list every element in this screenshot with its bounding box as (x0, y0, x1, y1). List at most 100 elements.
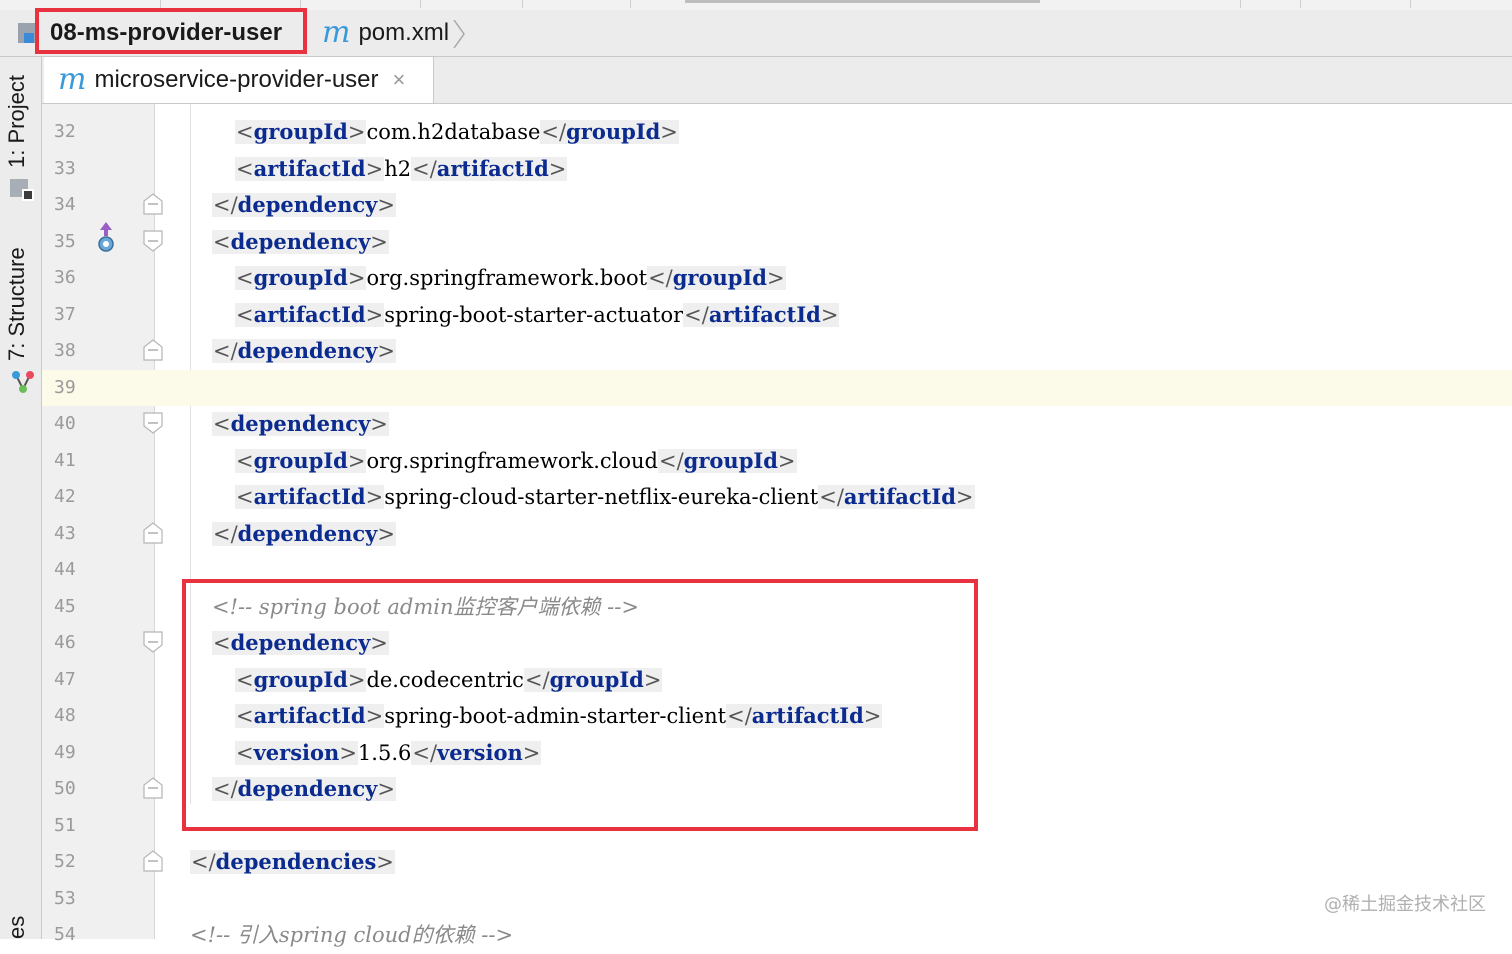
line-number: 36 (54, 267, 76, 288)
xml-open-tag: <dependency> (212, 411, 389, 436)
implemented-marker-icon (98, 222, 114, 252)
code-text: <groupId>org.springframework.boot</group… (235, 260, 786, 297)
code-text: <artifactId>h2</artifactId> (235, 151, 568, 188)
xml-text-value: org.springframework.boot (366, 266, 648, 290)
fold-start-icon[interactable] (143, 412, 163, 434)
structure-icon (12, 371, 34, 393)
xml-open-tag: <artifactId> (235, 155, 385, 181)
xml-close-tag: </groupId> (658, 447, 797, 473)
line-number: 34 (54, 194, 76, 215)
code-line[interactable]: 37 <artifactId>spring-boot-starter-actuat… (42, 297, 1512, 334)
code-line[interactable]: 35 <dependency> (42, 224, 1512, 261)
code-line[interactable]: 36 <groupId>org.springframework.boot</gro… (42, 260, 1512, 297)
breadcrumb-chevron-icon (453, 20, 465, 48)
code-text: </dependency> (212, 333, 396, 370)
code-line[interactable]: 53 (42, 881, 1512, 918)
xml-close-tag: </groupId> (647, 265, 786, 290)
xml-open-tag: <groupId> (235, 447, 367, 473)
fold-end-icon[interactable] (143, 850, 163, 872)
xml-close-tag: </artifactId> (683, 301, 840, 327)
line-number: 48 (54, 705, 76, 726)
code-line[interactable]: 52 </dependencies> (42, 844, 1512, 881)
xml-close-tag: </dependencies> (190, 849, 395, 874)
watermark: @稀土掘金技术社区 (1324, 894, 1486, 915)
xml-close-tag: </groupId> (540, 119, 679, 144)
tab-label: microservice-provider-user (94, 66, 379, 93)
xml-text-value: spring-boot-starter-actuator (384, 302, 684, 327)
annotation-highlight-admin-dependency (182, 579, 978, 831)
left-tool-window-strip: 1: Project 7: Structure es (0, 57, 42, 939)
tab-close-icon[interactable]: × (393, 67, 406, 93)
fold-end-icon[interactable] (143, 339, 163, 361)
code-text: <dependency> (212, 406, 389, 443)
code-line[interactable]: 43 </dependency> (42, 516, 1512, 553)
code-text: </dependencies> (190, 844, 395, 881)
code-line[interactable]: 38 </dependency> (42, 333, 1512, 370)
code-text: <artifactId>spring-cloud-starter-netflix… (235, 479, 975, 516)
line-number: 50 (54, 778, 76, 799)
line-number: 42 (54, 486, 76, 507)
code-text: <artifactId>spring-boot-starter-actuator… (235, 297, 840, 334)
line-number: 44 (54, 559, 76, 580)
code-line[interactable]: 34 </dependency> (42, 187, 1512, 224)
fold-start-icon[interactable] (143, 631, 163, 653)
annotation-highlight-breadcrumb (35, 8, 307, 54)
xml-close-tag: </dependency> (212, 520, 396, 546)
code-line[interactable]: 41 <groupId>org.springframework.cloud</gr… (42, 443, 1512, 480)
line-number: 45 (54, 595, 76, 617)
line-number: 52 (54, 851, 76, 872)
tool-window-structure[interactable]: 7: Structure (4, 247, 30, 361)
fold-end-icon[interactable] (143, 193, 163, 215)
code-line[interactable]: 32 <groupId>com.h2database</groupId> (42, 114, 1512, 151)
xml-open-tag: <groupId> (235, 265, 367, 290)
line-number: 38 (54, 340, 76, 361)
code-text: <dependency> (212, 224, 389, 261)
tool-window-project[interactable]: 1: Project (4, 75, 30, 168)
code-text: <groupId>org.springframework.cloud</grou… (235, 443, 797, 480)
code-line[interactable]: 54 <!-- 引入spring cloud的依赖 --> (42, 917, 1512, 954)
xml-text-value: org.springframework.cloud (366, 448, 658, 473)
code-text: </dependency> (212, 516, 396, 553)
line-number: 46 (54, 632, 76, 653)
fold-end-icon[interactable] (143, 521, 163, 544)
line-number: 54 (54, 924, 76, 945)
xml-open-tag: <artifactId> (235, 484, 385, 509)
code-line[interactable]: 40 <dependency> (42, 406, 1512, 443)
xml-close-tag: </dependency> (212, 338, 396, 363)
line-number: 41 (54, 449, 76, 471)
line-number: 32 (54, 121, 76, 142)
editor-tab-bar: m microservice-provider-user × (42, 57, 1512, 104)
code-line[interactable]: 33 <artifactId>h2</artifactId> (42, 151, 1512, 188)
code-text: <!-- 引入spring cloud的依赖 --> (190, 917, 513, 954)
code-text: <groupId>com.h2database</groupId> (235, 114, 679, 151)
code-text: </dependency> (212, 187, 396, 224)
tool-window-bottom[interactable]: es (4, 916, 30, 939)
xml-text-value: com.h2database (366, 120, 541, 144)
breadcrumb-file[interactable]: m pom.xml (322, 10, 449, 56)
line-number: 33 (54, 157, 76, 179)
xml-close-tag: </artifactId> (411, 155, 568, 181)
project-folder-icon (10, 179, 34, 201)
breadcrumb-file-label: pom.xml (358, 19, 450, 46)
fold-start-icon[interactable] (143, 229, 163, 252)
line-number: 51 (54, 814, 76, 836)
xml-text-value: h2 (384, 156, 412, 181)
xml-close-tag: </dependency> (212, 192, 396, 217)
xml-close-tag: </artifactId> (818, 484, 975, 509)
line-number: 43 (54, 522, 76, 544)
code-line[interactable]: 42 <artifactId>spring-cloud-starter-netfl… (42, 479, 1512, 516)
line-number: 47 (54, 668, 76, 690)
xml-open-tag: <dependency> (212, 228, 389, 254)
line-number: 37 (54, 303, 76, 325)
line-number: 49 (54, 741, 76, 763)
line-number: 40 (54, 413, 76, 434)
tab-microservice-provider-user[interactable]: m microservice-provider-user × (44, 57, 434, 103)
xml-comment: <!-- 引入spring cloud的依赖 --> (190, 923, 514, 947)
xml-open-tag: <artifactId> (235, 301, 385, 327)
fold-end-icon[interactable] (143, 777, 163, 799)
maven-file-icon: m (322, 15, 351, 50)
line-number: 39 (54, 376, 76, 398)
xml-open-tag: <groupId> (235, 119, 367, 144)
line-number: 53 (54, 887, 76, 909)
code-line[interactable]: 39 (42, 369, 1512, 406)
